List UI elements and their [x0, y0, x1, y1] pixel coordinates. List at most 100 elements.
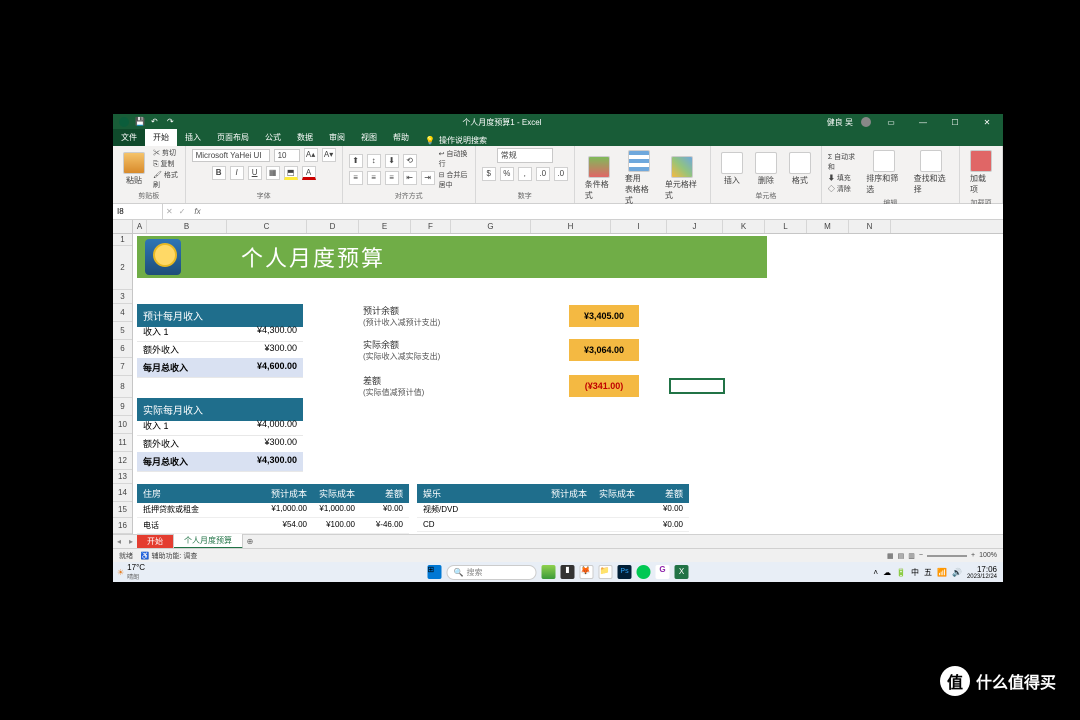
sheet-nav-next[interactable]: ▸	[125, 537, 137, 546]
orientation-button[interactable]: ⟲	[403, 154, 417, 168]
col-header[interactable]: B	[147, 220, 227, 233]
tab-help[interactable]: 帮助	[385, 129, 417, 146]
worksheet[interactable]: 个人月度预算 预计每月收入 收入 1¥4,300.00 额外收入¥300.00 …	[133, 234, 1003, 534]
percent-button[interactable]: %	[500, 167, 514, 181]
addins-button[interactable]: 加载项	[966, 148, 996, 197]
maximize-button[interactable]: ☐	[943, 118, 967, 127]
sheet-nav-prev[interactable]: ◂	[113, 537, 125, 546]
active-cell[interactable]	[669, 378, 725, 394]
view-normal-button[interactable]: ▦	[887, 552, 894, 560]
indent-dec-button[interactable]: ⇤	[403, 171, 417, 185]
taskbar-app-icon[interactable]: G	[656, 565, 670, 579]
tab-formulas[interactable]: 公式	[257, 129, 289, 146]
col-header[interactable]: D	[307, 220, 359, 233]
user-name[interactable]: 健良 吴	[827, 117, 853, 128]
taskbar-app-icon[interactable]	[542, 565, 556, 579]
tab-insert[interactable]: 插入	[177, 129, 209, 146]
align-middle-button[interactable]: ↕	[367, 154, 381, 168]
row-header[interactable]: 11	[113, 434, 132, 452]
sort-filter-button[interactable]: 排序和筛选	[862, 148, 905, 197]
bold-button[interactable]: B	[212, 166, 226, 180]
col-header[interactable]: A	[133, 220, 147, 233]
number-format-select[interactable]: 常规	[497, 148, 553, 163]
italic-button[interactable]: I	[230, 166, 244, 180]
align-center-button[interactable]: ≡	[367, 171, 381, 185]
row-header[interactable]: 8	[113, 376, 132, 398]
taskbar-search[interactable]: 🔍 搜索	[447, 565, 537, 580]
tell-me[interactable]: 💡 操作说明搜索	[425, 135, 487, 146]
ime-indicator[interactable]: 中	[911, 567, 919, 578]
align-left-button[interactable]: ≡	[349, 171, 363, 185]
sheet-tab[interactable]: 开始	[137, 535, 174, 548]
taskbar-app-icon[interactable]: 🦊	[580, 565, 594, 579]
tab-review[interactable]: 审阅	[321, 129, 353, 146]
start-button[interactable]: ⊞	[428, 565, 442, 579]
col-header[interactable]: E	[359, 220, 411, 233]
clear-button[interactable]: ◇ 清除	[828, 184, 858, 194]
weather-widget[interactable]: ☀ 17°C 晴朗	[113, 563, 145, 581]
tab-data[interactable]: 数据	[289, 129, 321, 146]
add-sheet-button[interactable]: ⊕	[243, 537, 257, 546]
font-size-select[interactable]: 10	[274, 149, 300, 162]
minimize-button[interactable]: —	[911, 118, 935, 127]
col-header[interactable]: G	[451, 220, 531, 233]
inc-decimal-button[interactable]: .0	[536, 167, 550, 181]
merge-center-button[interactable]: ⊟ 合并后居中	[439, 170, 469, 190]
volume-icon[interactable]: 🔊	[952, 568, 962, 577]
format-as-table-button[interactable]: 套用 表格格式	[621, 148, 657, 208]
fill-color-button[interactable]: ⬒	[284, 166, 298, 180]
zoom-level[interactable]: 100%	[979, 552, 997, 559]
border-button[interactable]: ▦	[266, 166, 280, 180]
row-header[interactable]: 9	[113, 398, 132, 416]
col-header[interactable]: L	[765, 220, 807, 233]
comma-button[interactable]: ,	[518, 167, 532, 181]
sheet-tab[interactable]: 个人月度预算	[174, 534, 243, 549]
row-header[interactable]: 14	[113, 484, 132, 502]
accessibility-icon[interactable]: ♿	[141, 553, 150, 560]
fx-button[interactable]: fx	[188, 207, 206, 216]
tab-file[interactable]: 文件	[113, 129, 145, 146]
row-header[interactable]: 16	[113, 518, 132, 534]
zoom-in-button[interactable]: +	[971, 552, 975, 559]
dec-decimal-button[interactable]: .0	[554, 167, 568, 181]
fill-button[interactable]: ⬇ 填充	[828, 173, 858, 183]
taskbar-app-icon[interactable]	[637, 565, 651, 579]
wifi-icon[interactable]: 📶	[937, 568, 947, 577]
ribbon-options-icon[interactable]: ▭	[879, 118, 903, 127]
taskbar-app-icon[interactable]: Ps	[618, 565, 632, 579]
col-header[interactable]: H	[531, 220, 611, 233]
taskbar-excel-icon[interactable]: X	[675, 565, 689, 579]
tab-layout[interactable]: 页面布局	[209, 129, 257, 146]
autosave-toggle[interactable]	[119, 117, 129, 127]
row-header[interactable]: 2	[113, 246, 132, 290]
conditional-format-button[interactable]: 条件格式	[581, 154, 617, 203]
format-painter-button[interactable]: 🖌 格式刷	[153, 170, 179, 190]
increase-font-button[interactable]: A▴	[304, 148, 318, 162]
wrap-text-button[interactable]: ↩ 自动换行	[439, 149, 469, 169]
tray-chevron-icon[interactable]: ˄	[873, 568, 878, 577]
tray-icon[interactable]: 🔋	[896, 568, 906, 577]
zoom-slider[interactable]	[927, 555, 967, 557]
col-header[interactable]: I	[611, 220, 667, 233]
ime-indicator[interactable]: 五	[924, 567, 932, 578]
close-button[interactable]: ✕	[975, 118, 999, 127]
taskbar-app-icon[interactable]: 📁	[599, 565, 613, 579]
row-header[interactable]: 1	[113, 234, 132, 246]
font-name-select[interactable]: Microsoft YaHei UI	[192, 149, 270, 162]
col-header[interactable]: J	[667, 220, 723, 233]
row-header[interactable]: 13	[113, 470, 132, 484]
tray-icon[interactable]: ☁	[883, 568, 891, 577]
col-header[interactable]: K	[723, 220, 765, 233]
col-header[interactable]: C	[227, 220, 307, 233]
name-box[interactable]: I8	[113, 204, 163, 219]
insert-cells-button[interactable]: 插入	[717, 150, 747, 188]
col-header[interactable]: N	[849, 220, 891, 233]
clock[interactable]: 17:06 2023/12/24	[967, 565, 997, 580]
row-header[interactable]: 4	[113, 304, 132, 322]
tab-view[interactable]: 视图	[353, 129, 385, 146]
view-page-button[interactable]: ▤	[898, 552, 905, 560]
underline-button[interactable]: U	[248, 166, 262, 180]
row-header[interactable]: 15	[113, 502, 132, 518]
font-color-button[interactable]: A	[302, 166, 316, 180]
undo-icon[interactable]: ↶	[151, 117, 161, 127]
